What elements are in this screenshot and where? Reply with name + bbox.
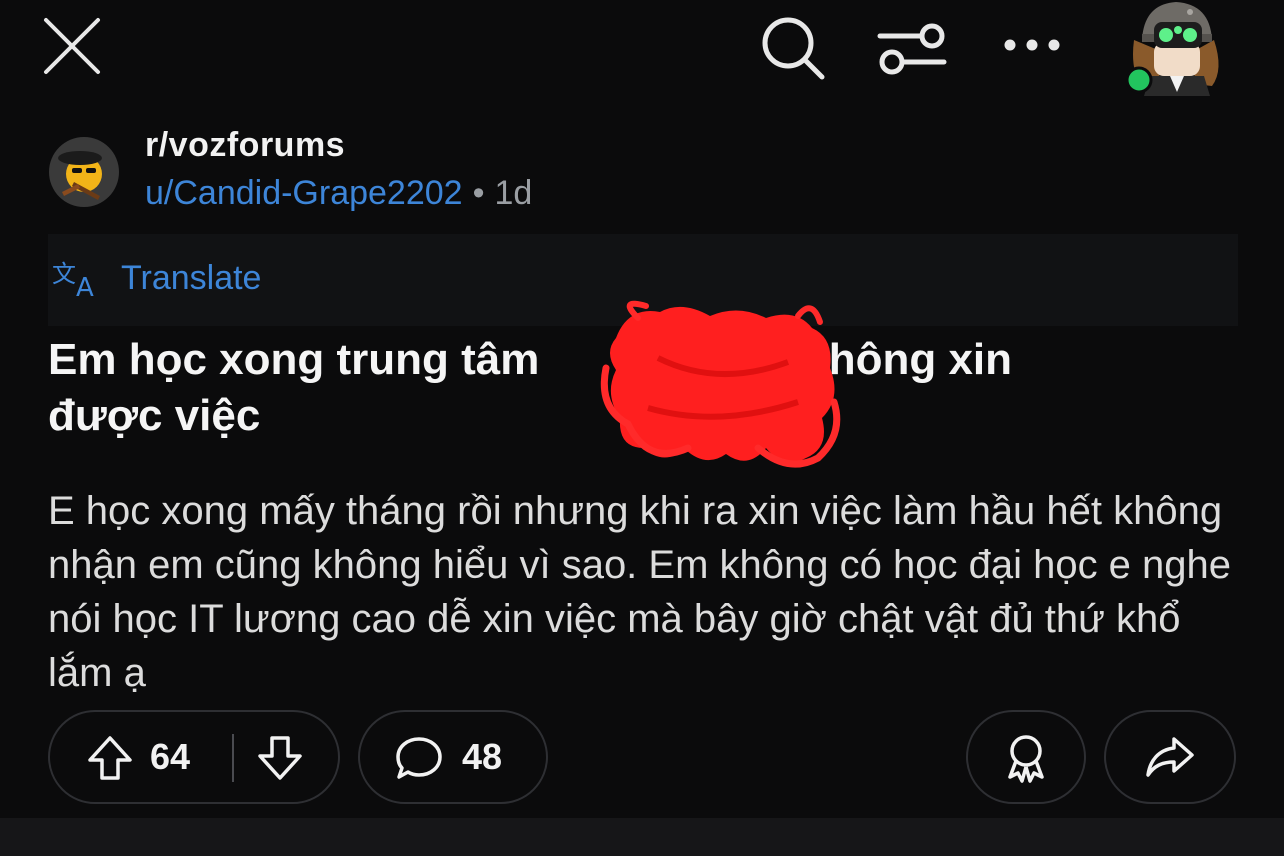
sliders-icon <box>877 23 947 75</box>
upvote-button[interactable] <box>86 734 134 782</box>
comment-icon-wrap <box>394 734 444 784</box>
comment-count: 48 <box>462 736 503 777</box>
downvote-button[interactable] <box>256 734 304 782</box>
translate-icon: 文 A <box>52 260 94 303</box>
vote-divider <box>232 734 234 782</box>
post-title-start: Em học xong trung tâm <box>48 335 540 384</box>
post-meta: u/Candid-Grape2202 • 1d <box>145 174 532 213</box>
post-age: 1d <box>494 174 533 212</box>
svg-text:A: A <box>76 273 94 300</box>
award-button[interactable] <box>966 710 1086 804</box>
vote-count: 64 <box>150 736 191 777</box>
translate-button-icon-wrap[interactable]: 文 A <box>52 258 106 303</box>
comment-icon <box>396 737 442 779</box>
search-icon <box>762 17 825 80</box>
redaction-scribble <box>598 298 848 474</box>
post-screen: r/vozforums u/Candid-Grape2202 • 1d 文 A Tr… <box>0 0 1284 856</box>
award-icon <box>1008 735 1044 783</box>
subreddit-avatar[interactable] <box>48 136 120 208</box>
close-button[interactable] <box>36 10 108 82</box>
share-button[interactable] <box>1104 710 1236 804</box>
post-body: E học xong mấy tháng rồi nhưng khi ra xi… <box>48 489 1232 695</box>
subreddit-icon <box>49 137 119 207</box>
comments-button[interactable]: 48 <box>358 710 548 804</box>
user-avatar[interactable] <box>1120 0 1228 96</box>
search-button[interactable] <box>754 10 830 86</box>
share-icon <box>1146 737 1194 777</box>
downvote-icon <box>258 736 302 780</box>
bottom-divider <box>0 818 1284 856</box>
translate-button[interactable]: Translate <box>121 259 261 298</box>
vote-bar: 64 <box>48 710 340 804</box>
avatar-icon <box>1125 2 1219 96</box>
author-link[interactable]: u/Candid-Grape2202 <box>145 174 463 212</box>
more-options-button[interactable] <box>996 14 1068 76</box>
close-icon <box>44 18 100 74</box>
meta-separator: • <box>472 174 485 212</box>
subreddit-name[interactable]: r/vozforums <box>145 126 345 165</box>
filter-button[interactable] <box>872 10 952 86</box>
upvote-icon <box>88 736 132 780</box>
more-horizontal-icon <box>1004 39 1060 51</box>
svg-text:文: 文 <box>52 260 76 288</box>
post-title-line2: được việc <box>48 391 261 440</box>
